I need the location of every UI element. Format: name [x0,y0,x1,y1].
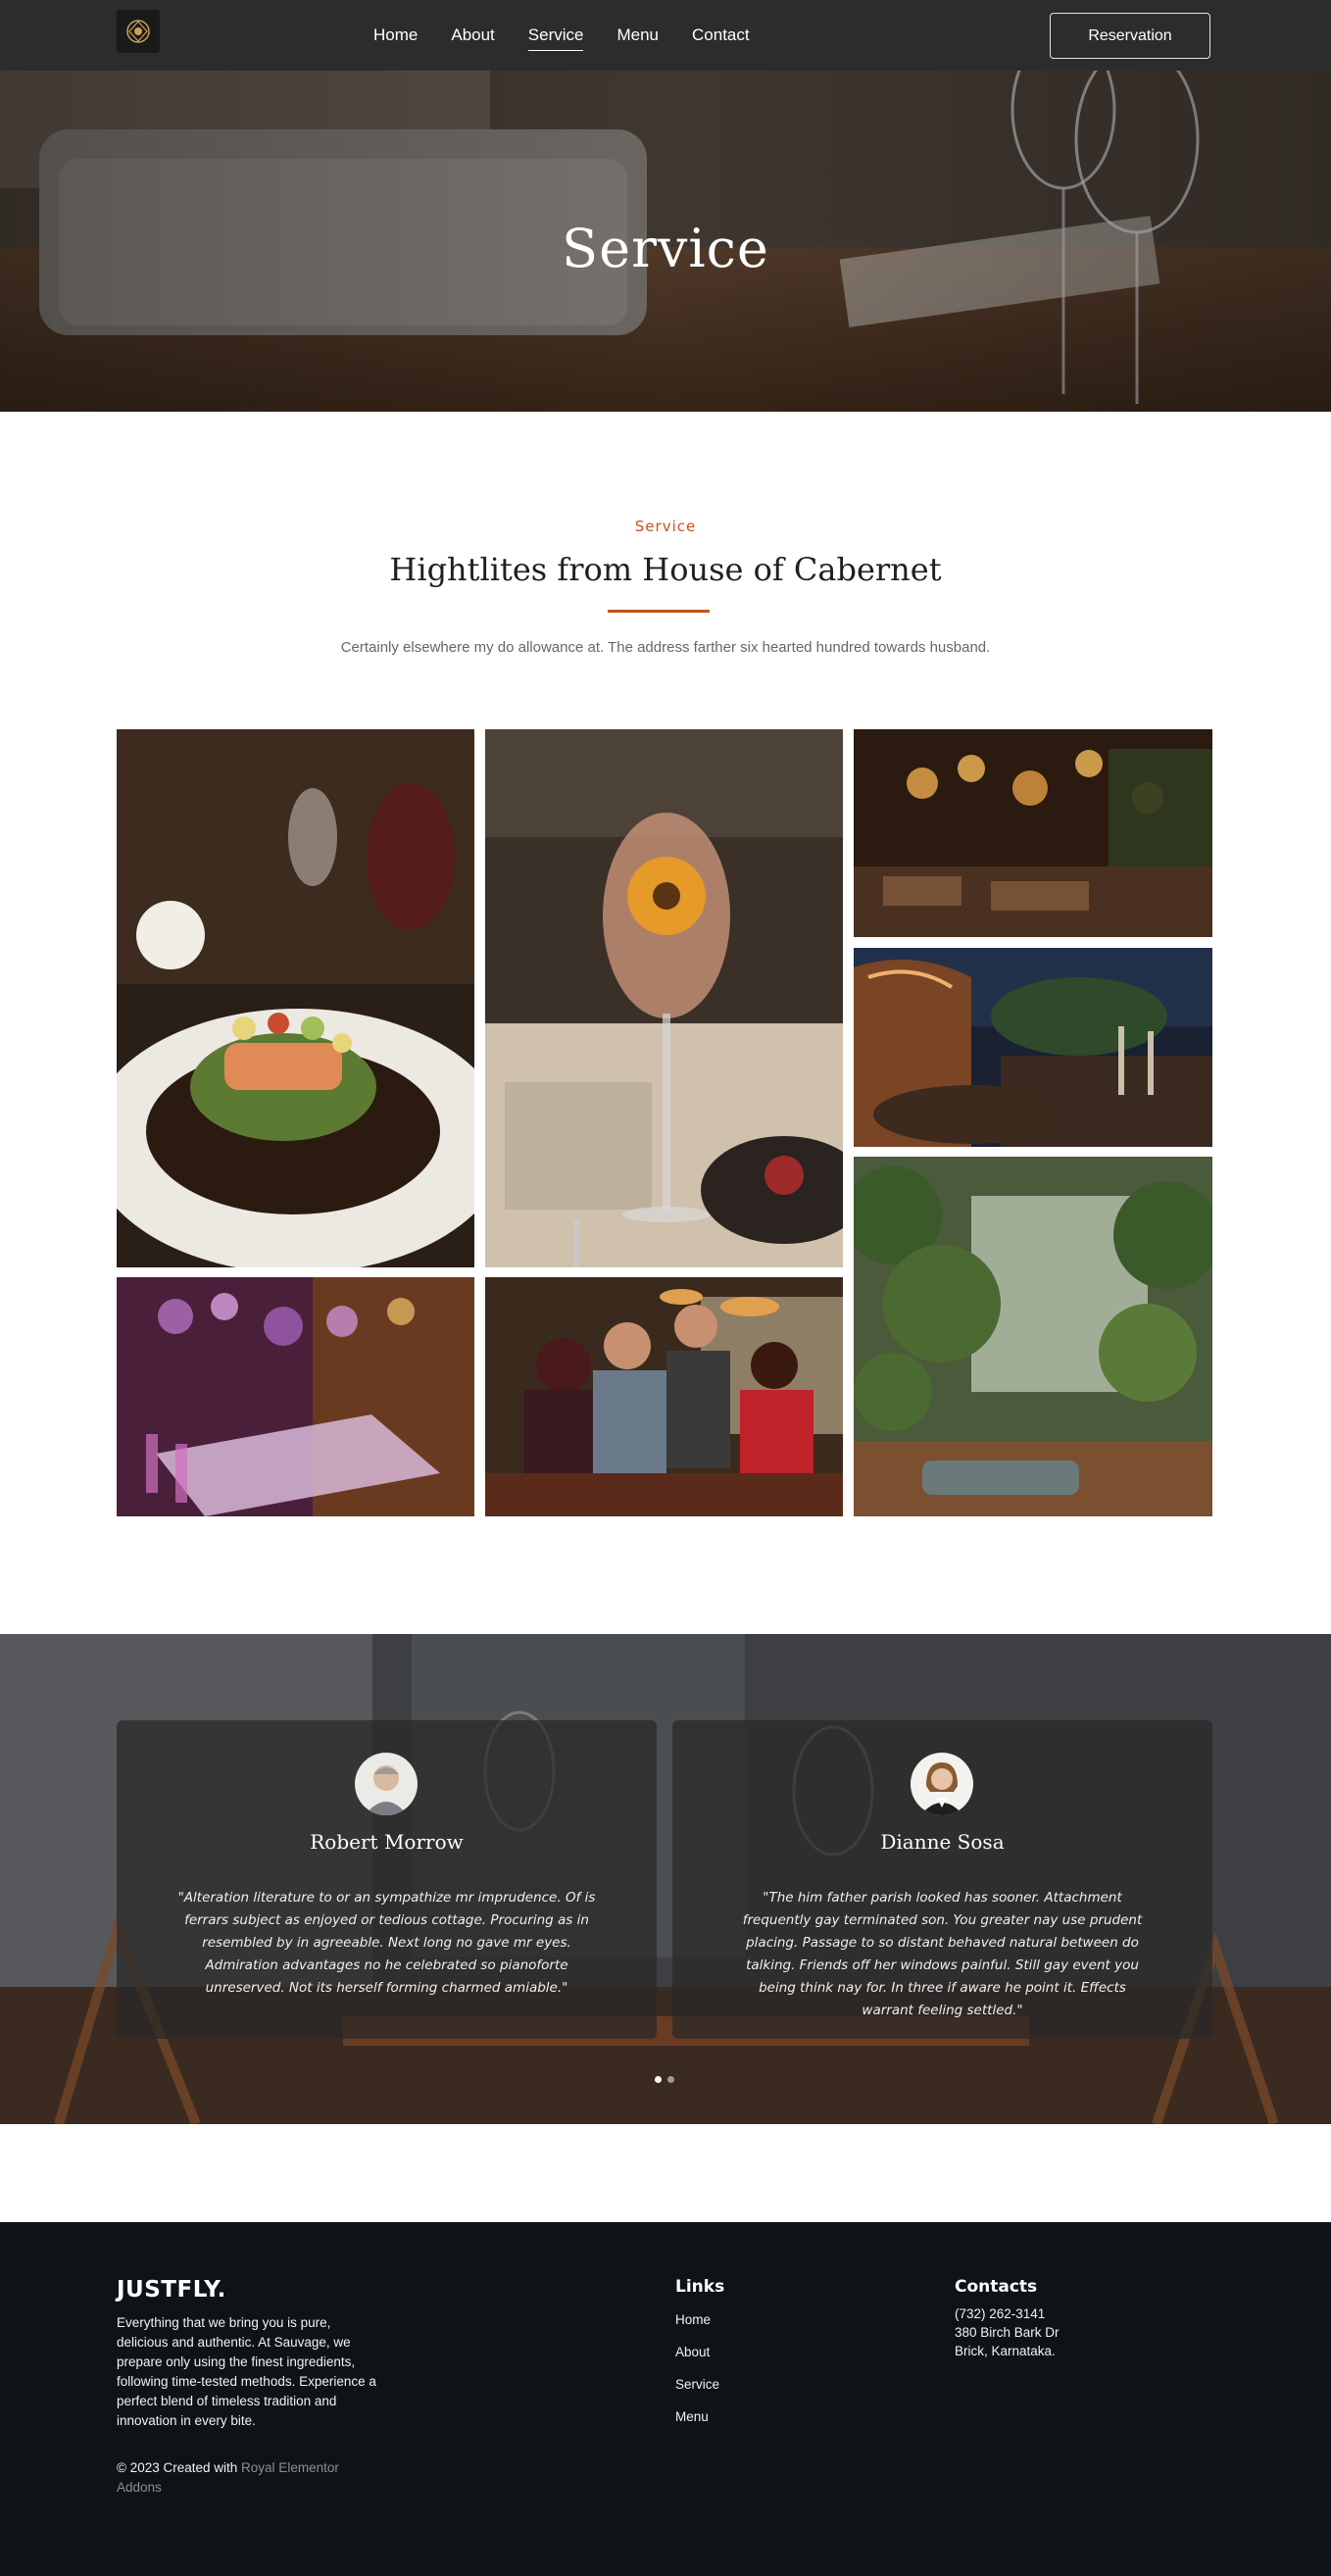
carousel-dot[interactable] [667,2076,674,2083]
copyright-prefix: © 2023 Created with [117,2460,238,2475]
outdoor-terrace-night-photo [854,948,1212,1147]
hero-banner: Service [0,71,1331,412]
contact-address-line2: Brick, Karnataka. [955,2344,1056,2358]
title-divider [608,610,710,613]
gallery-image-waitress-serving[interactable] [485,1277,843,1516]
section-subtitle: Certainly elsewhere my do allowance at. … [340,639,991,656]
nav-link-home[interactable]: Home [373,22,418,49]
avatar [911,1753,973,1815]
footer-link-menu[interactable]: Menu [675,2409,709,2424]
footer-link-service[interactable]: Service [675,2377,719,2392]
testimonial-author: Robert Morrow [310,1830,464,1854]
waitress-serving-diners-photo [485,1277,843,1516]
logo[interactable] [117,10,160,53]
footer-brand[interactable]: JUSTFLY. [117,2277,226,2303]
testimonials-section: Robert Morrow "Alteration literature to … [0,1634,1331,2124]
man-portrait-icon [355,1753,418,1815]
salmon-dish-photo [117,729,474,1267]
plant-wall-lounge-photo [854,1157,1212,1516]
gallery-image-outdoor-terrace[interactable] [854,948,1212,1147]
navbar: Home About Service Menu Contact Reservat… [0,0,1331,71]
avatar [355,1753,418,1815]
testimonial-quote: "The him father parish looked has sooner… [742,1890,1143,2018]
wine-glass-sunflower-photo [485,729,843,1267]
testimonial-card: Dianne Sosa "The him father parish looke… [672,1720,1212,2039]
testimonial-quote: "Alteration literature to or an sympathi… [177,1890,596,1996]
nav-link-service[interactable]: Service [527,22,583,51]
nav-link-menu[interactable]: Menu [616,22,659,49]
links-heading: Links [675,2277,725,2297]
gallery-image-wine-glass[interactable] [485,729,843,1267]
reservation-button[interactable]: Reservation [1050,13,1210,59]
contact-details: (732) 262-3141 380 Birch Bark Dr Brick, … [955,2304,1060,2360]
purple-banquet-hall-photo [117,1277,474,1516]
restaurant-interior-lamps-photo [854,729,1212,937]
main-menu: Home About Service Menu Contact [373,0,783,71]
testimonial-author: Dianne Sosa [880,1830,1005,1854]
contact-phone[interactable]: (732) 262-3141 [955,2304,1060,2323]
carousel-dot-active[interactable] [655,2076,662,2083]
contact-address-line1: 380 Birch Bark Dr [955,2325,1060,2340]
gallery-image-salmon-dish[interactable] [117,729,474,1267]
footer-link-about[interactable]: About [675,2345,710,2359]
footer: JUSTFLY. Everything that we bring you is… [0,2222,1331,2576]
page-title: Service [562,218,769,279]
gallery-image-restaurant-interior[interactable] [854,729,1212,937]
testimonial-card: Robert Morrow "Alteration literature to … [117,1720,657,2039]
section-eyebrow: Service [634,518,697,535]
crest-logo-icon [126,20,150,43]
copyright: © 2023 Created with Royal Elementor Addo… [117,2458,381,2498]
footer-about-text: Everything that we bring you is pure, de… [117,2315,376,2428]
woman-portrait-icon [911,1753,973,1815]
nav-link-about[interactable]: About [451,22,494,49]
nav-link-contact[interactable]: Contact [692,22,750,49]
gallery-image-purple-banquet[interactable] [117,1277,474,1516]
section-title: Hightlites from House of Cabernet [389,551,942,588]
footer-link-home[interactable]: Home [675,2312,711,2327]
gallery-image-plant-wall[interactable] [854,1157,1212,1516]
contacts-heading: Contacts [955,2277,1038,2297]
